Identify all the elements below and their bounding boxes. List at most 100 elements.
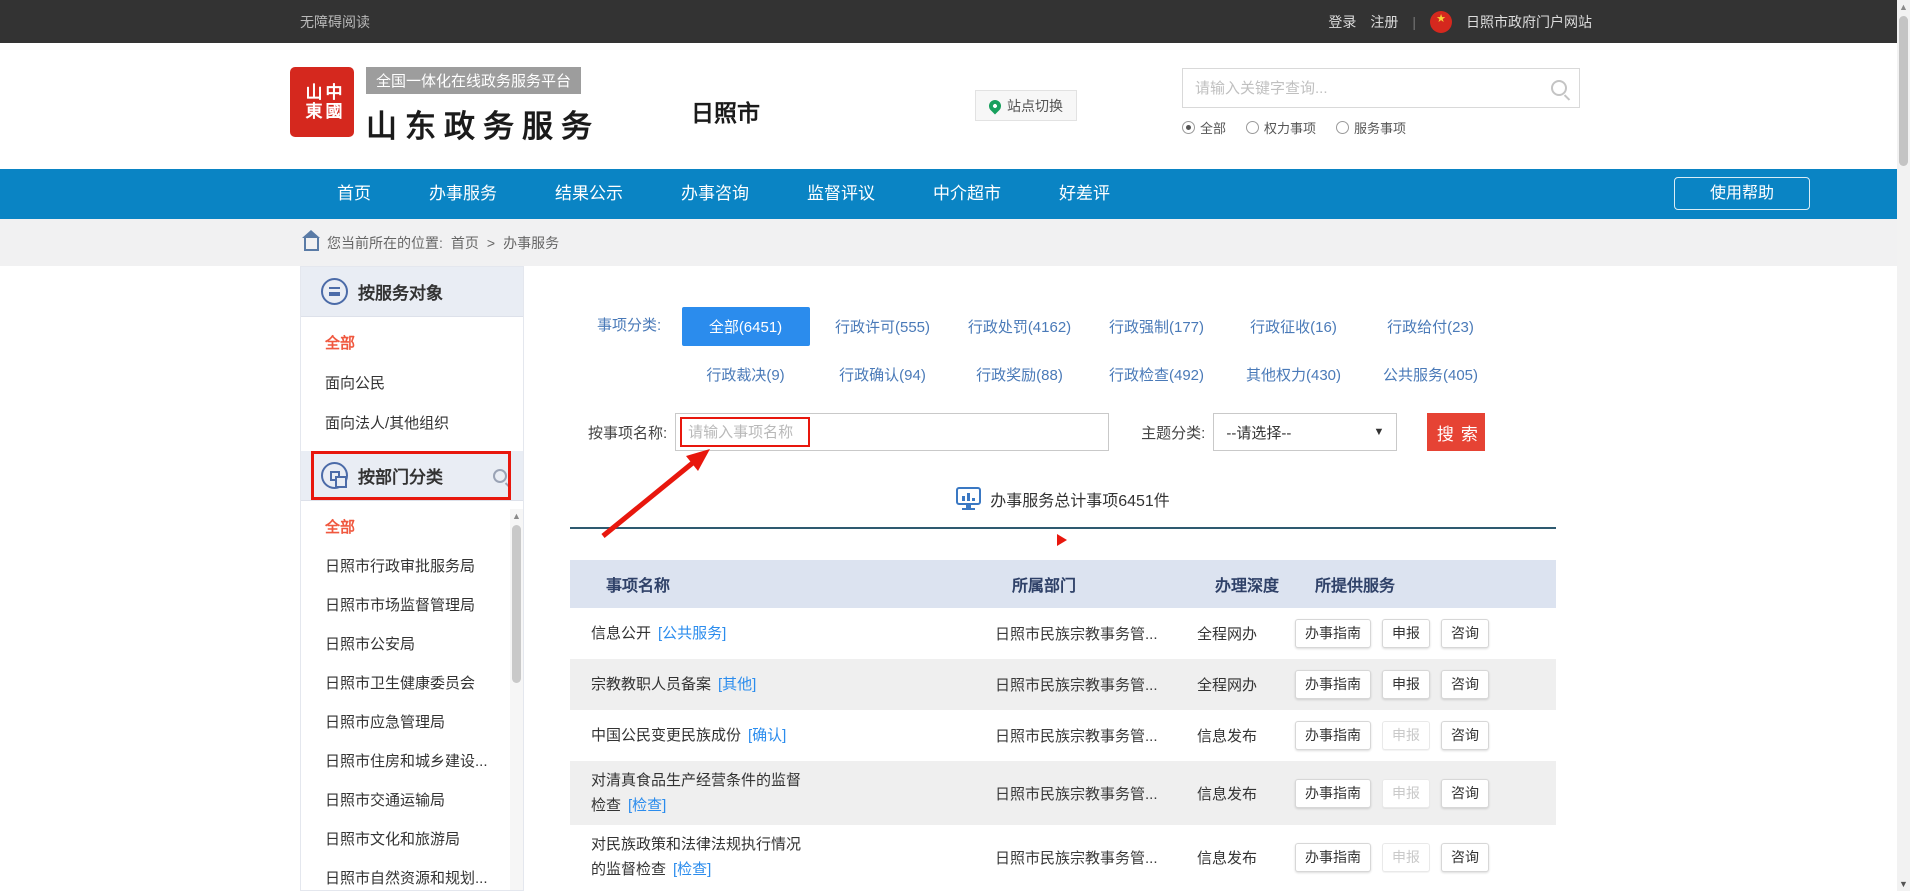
select-arrow-icon: ▼ — [1373, 426, 1384, 438]
seal-text-left: 山東 — [304, 83, 321, 121]
department-item[interactable]: 日照市卫生健康委员会 — [301, 664, 523, 703]
sidebar-item-全部[interactable]: 全部 — [301, 324, 523, 364]
item-name-input[interactable] — [675, 413, 1109, 451]
item-name-link[interactable]: 对清真食品生产经营条件的监督检查 — [591, 772, 801, 814]
service-button-咨询[interactable]: 咨询 — [1441, 721, 1489, 750]
category-tab-行政奖励[interactable]: 行政奖励(88) — [976, 364, 1063, 385]
breadcrumb-separator: > — [487, 235, 495, 251]
search-scope-option-服务事项[interactable]: 服务事项 — [1336, 118, 1406, 137]
item-services-cell: 办事指南申报咨询 — [1290, 619, 1500, 648]
table-row: 对民族政策和法律法规执行情况的监督检查[检查]日照市民族宗教事务管...信息发布… — [570, 825, 1556, 889]
page-scrollbar[interactable]: ▲ ▼ — [1897, 0, 1910, 891]
department-item[interactable]: 日照市住房和城乡建设... — [301, 742, 523, 781]
department-item[interactable]: 日照市自然资源和规划... — [301, 859, 523, 891]
search-button[interactable]: 搜索 — [1427, 413, 1485, 451]
service-button-办事指南[interactable]: 办事指南 — [1295, 779, 1371, 808]
sidebar-scroll-thumb[interactable] — [512, 525, 521, 683]
item-name-link[interactable]: 中国公民变更民族成份 — [591, 727, 741, 744]
site-logo[interactable]: 山東 中國 全国一体化在线政务服务平台 山东政务服务 — [290, 67, 600, 146]
site-switch-button[interactable]: 站点切换 — [975, 90, 1077, 121]
department-search-icon[interactable] — [493, 469, 507, 483]
department-item[interactable]: 日照市行政审批服务局 — [301, 547, 523, 586]
search-scope-label: 权力事项 — [1264, 118, 1316, 137]
service-button-咨询[interactable]: 咨询 — [1441, 670, 1489, 699]
category-tab-行政征收[interactable]: 行政征收(16) — [1250, 316, 1337, 337]
accessibility-link[interactable]: 无障碍阅读 — [300, 12, 370, 32]
service-button-咨询[interactable]: 咨询 — [1441, 779, 1489, 808]
service-button-咨询[interactable]: 咨询 — [1441, 619, 1489, 648]
sidebar-item-面向法人/其他组织[interactable]: 面向法人/其他组织 — [301, 404, 523, 444]
sidebar-scrollbar[interactable]: ▲ — [510, 509, 523, 890]
category-tab-行政检查[interactable]: 行政检查(492) — [1109, 364, 1204, 385]
service-button-申报[interactable]: 申报 — [1382, 619, 1430, 648]
breadcrumb-home-link[interactable]: 首页 — [451, 233, 479, 253]
keyword-search-input[interactable] — [1183, 80, 1551, 97]
item-category-tag[interactable]: [确认] — [748, 727, 786, 744]
category-tab-公共服务[interactable]: 公共服务(405) — [1383, 364, 1478, 385]
service-button-办事指南[interactable]: 办事指南 — [1295, 843, 1371, 872]
search-scope-option-全部[interactable]: 全部 — [1182, 118, 1226, 137]
platform-label: 全国一体化在线政务服务平台 — [366, 67, 581, 94]
search-scope-label: 全部 — [1200, 118, 1226, 137]
nav-item-结果公示[interactable]: 结果公示 — [526, 169, 652, 219]
item-name-cell: 宗教教职人员备案 [其他] — [570, 672, 990, 697]
department-section-header[interactable]: 按部门分类 — [301, 451, 523, 501]
category-tab-其他权力[interactable]: 其他权力(430) — [1246, 364, 1341, 385]
register-link[interactable]: 注册 — [1370, 12, 1398, 32]
department-item[interactable]: 日照市交通运输局 — [301, 781, 523, 820]
topic-select-value: --请选择-- — [1226, 422, 1291, 443]
sidebar-item-面向公民[interactable]: 面向公民 — [301, 364, 523, 404]
nav-item-监督评议[interactable]: 监督评议 — [778, 169, 904, 219]
department-item[interactable]: 日照市应急管理局 — [301, 703, 523, 742]
category-tab-全部[interactable]: 全部(6451) — [682, 307, 810, 346]
radio-icon[interactable] — [1336, 121, 1349, 134]
radio-icon[interactable] — [1182, 121, 1195, 134]
service-button-办事指南[interactable]: 办事指南 — [1295, 670, 1371, 699]
category-tab-行政处罚[interactable]: 行政处罚(4162) — [968, 316, 1071, 337]
category-tab-行政给付[interactable]: 行政给付(23) — [1387, 316, 1474, 337]
nav-item-办事服务[interactable]: 办事服务 — [400, 169, 526, 219]
item-category-tag[interactable]: [检查] — [673, 861, 711, 878]
topic-select[interactable]: --请选择-- ▼ — [1213, 413, 1397, 451]
nav-item-首页[interactable]: 首页 — [308, 169, 400, 219]
help-button[interactable]: 使用帮助 — [1674, 177, 1810, 210]
portal-link[interactable]: 日照市政府门户网站 — [1466, 12, 1592, 32]
search-icon[interactable] — [1551, 80, 1567, 96]
page-scroll-down-icon[interactable]: ▼ — [1897, 877, 1910, 891]
item-department-cell: 日照市民族宗教事务管... — [990, 674, 1180, 695]
service-object-section-header[interactable]: 按服务对象 — [301, 267, 523, 317]
service-button-办事指南[interactable]: 办事指南 — [1295, 619, 1371, 648]
sidebar-scroll-up-icon[interactable]: ▲ — [510, 509, 523, 523]
table-row: 信息公开[公共服务]日照市民族宗教事务管...全程网办办事指南申报咨询 — [570, 608, 1556, 659]
item-category-tag[interactable]: [其他] — [718, 676, 756, 693]
service-button-咨询[interactable]: 咨询 — [1441, 843, 1489, 872]
search-scope-options: 全部 权力事项 服务事项 — [1182, 118, 1580, 137]
login-link[interactable]: 登录 — [1328, 12, 1356, 32]
department-item[interactable]: 日照市市场监督管理局 — [301, 586, 523, 625]
page-scroll-up-icon[interactable]: ▲ — [1897, 0, 1910, 14]
category-tab-行政许可[interactable]: 行政许可(555) — [835, 316, 930, 337]
department-item[interactable]: 全部 — [301, 508, 523, 547]
service-button-申报: 申报 — [1382, 843, 1430, 872]
item-depth-cell: 全程网办 — [1180, 674, 1290, 695]
category-tab-行政裁决[interactable]: 行政裁决(9) — [706, 364, 784, 385]
service-object-title: 按服务对象 — [358, 279, 443, 304]
item-category-tag[interactable]: [公共服务] — [658, 625, 726, 642]
department-item[interactable]: 日照市公安局 — [301, 625, 523, 664]
service-button-申报[interactable]: 申报 — [1382, 670, 1430, 699]
service-button-办事指南[interactable]: 办事指南 — [1295, 721, 1371, 750]
category-tab-行政确认[interactable]: 行政确认(94) — [839, 364, 926, 385]
page-scroll-thumb[interactable] — [1899, 16, 1908, 166]
search-scope-option-权力事项[interactable]: 权力事项 — [1246, 118, 1316, 137]
item-category-tag[interactable]: [检查] — [628, 797, 666, 814]
radio-icon[interactable] — [1246, 121, 1259, 134]
category-tab-行政强制[interactable]: 行政强制(177) — [1109, 316, 1204, 337]
item-name-link[interactable]: 宗教教职人员备案 — [591, 676, 711, 693]
item-name-link[interactable]: 信息公开 — [591, 625, 651, 642]
nav-item-中介超市[interactable]: 中介超市 — [904, 169, 1030, 219]
table-header-row: 事项名称 所属部门 办理深度 所提供服务 — [570, 560, 1556, 608]
department-item[interactable]: 日照市文化和旅游局 — [301, 820, 523, 859]
nav-item-好差评[interactable]: 好差评 — [1030, 169, 1139, 219]
nav-item-办事咨询[interactable]: 办事咨询 — [652, 169, 778, 219]
location-pin-icon — [987, 97, 1004, 114]
